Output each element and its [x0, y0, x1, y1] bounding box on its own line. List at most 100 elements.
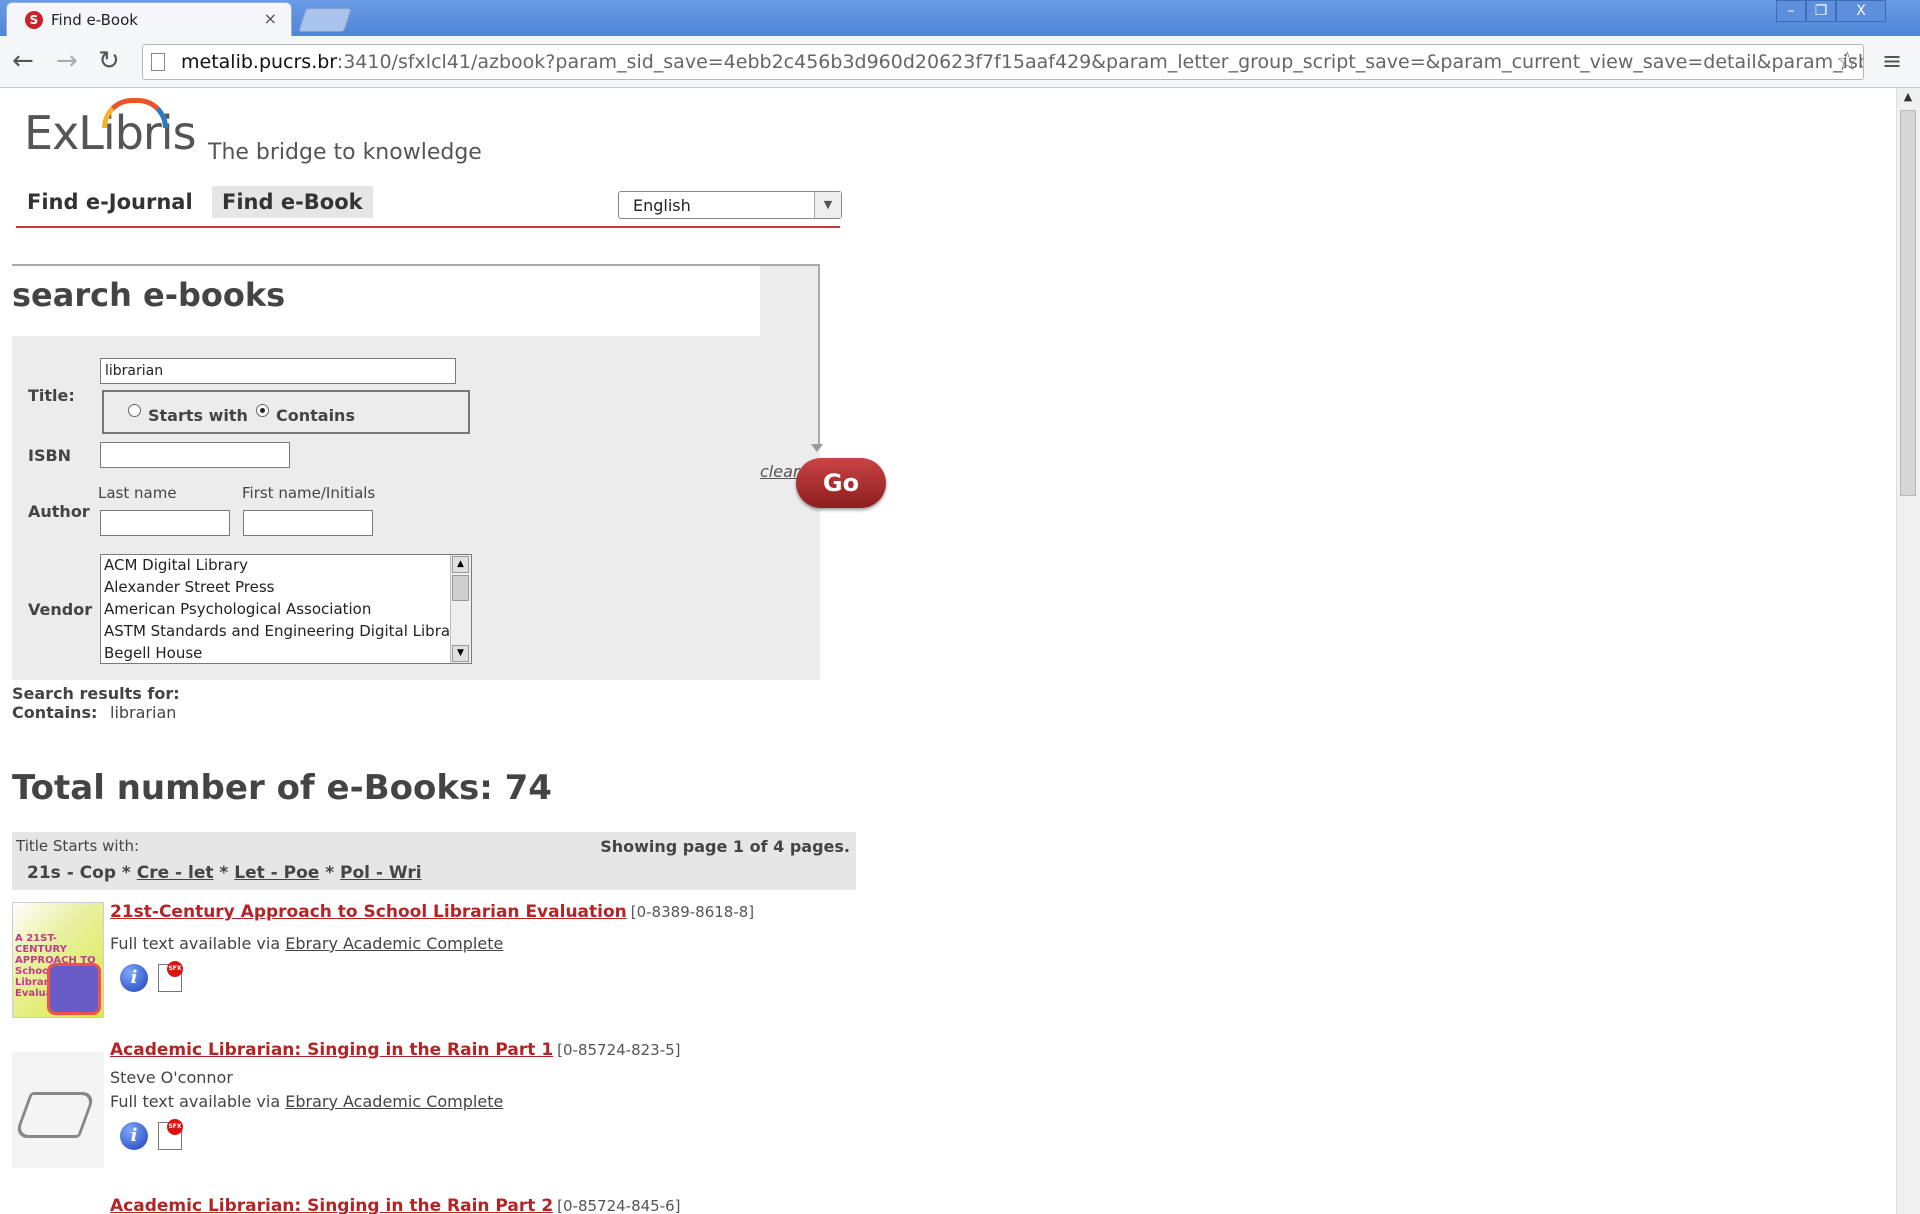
menu-icon[interactable]: ≡ — [1882, 48, 1902, 74]
scroll-up-icon[interactable]: ▲ — [1899, 90, 1917, 108]
book-placeholder-icon[interactable] — [12, 1052, 104, 1168]
clear-link[interactable]: clear — [760, 462, 799, 481]
scroll-thumb[interactable] — [1900, 110, 1916, 496]
close-window-button[interactable]: X — [1836, 0, 1886, 22]
info-icon[interactable]: i — [120, 964, 148, 992]
logo-arc — [102, 98, 168, 128]
search-heading: search e-books — [12, 276, 286, 314]
sfx-icon[interactable]: SFX — [158, 1119, 183, 1150]
language-value: English — [633, 196, 691, 215]
pager-info: Showing page 1 of 4 pages. — [600, 837, 850, 856]
pager-bar: Title Starts with: Showing page 1 of 4 p… — [12, 832, 856, 890]
pager-group-link[interactable]: Pol - Wri — [340, 863, 422, 883]
browser-toolbar: ← → ↻ metalib.pucrs.br:3410/sfxlcl41/azb… — [0, 36, 1920, 88]
result-author: Steve O'connor — [110, 1068, 233, 1087]
page-content: ExLibris The bridge to knowledge Find e-… — [0, 88, 1896, 1214]
result-title-link[interactable]: 21st-Century Approach to School Libraria… — [110, 902, 754, 922]
pager-groups: 21s - Cop * Cre - let * Let - Poe * Pol … — [27, 863, 422, 883]
vendor-option[interactable]: ACM Digital Library — [104, 556, 248, 574]
isbn-label: ISBN — [28, 446, 72, 465]
page-scrollbar[interactable]: ▲ — [1896, 88, 1920, 1214]
url-host: metalib.pucrs.br — [181, 51, 337, 73]
nav-divider — [16, 226, 840, 228]
vendor-label: Vendor — [28, 600, 93, 619]
pager-group-link[interactable]: Cre - let — [137, 863, 214, 883]
total-ebooks: Total number of e-Books: 74 — [12, 768, 552, 808]
vendor-option[interactable]: American Psychological Association — [104, 600, 371, 618]
puzzle-icon — [47, 963, 101, 1015]
search-results-for: Search results for: — [12, 684, 180, 703]
result-item: Academic Librarian: Singing in the Rain … — [12, 1040, 872, 1170]
exlibris-logo: ExLibris — [24, 98, 197, 160]
scroll-up-icon[interactable]: ▲ — [452, 556, 469, 573]
result-item: A 21ST-CENTURY APPROACH TO School Librar… — [12, 902, 872, 1022]
vendor-option[interactable]: ASTM Standards and Engineering Digital L… — [104, 622, 465, 640]
pager-label: Title Starts with: — [16, 837, 140, 855]
go-pointer-icon — [811, 444, 823, 452]
availability-prefix: Full text available via — [110, 1092, 281, 1111]
first-name-label: First name/Initials — [242, 484, 376, 502]
favicon-icon: S — [25, 11, 43, 29]
vendor-option[interactable]: Begell House — [104, 644, 202, 662]
author-first-name-input[interactable] — [243, 510, 373, 536]
url-path: :3410/sfxlcl41/azbook?param_sid_save=4eb… — [336, 51, 1864, 73]
tab-close-icon[interactable]: × — [264, 9, 277, 28]
result-item: Academic Librarian: Singing in the Rain … — [12, 1196, 872, 1214]
result-isbn: [0-85724-845-6] — [557, 1197, 681, 1214]
vendor-link[interactable]: Ebrary Academic Complete — [285, 1092, 503, 1111]
author-label: Author — [28, 502, 90, 521]
title-input[interactable] — [100, 358, 456, 384]
result-isbn: [0-85724-823-5] — [557, 1041, 681, 1059]
radio-contains[interactable] — [256, 404, 269, 417]
forward-arrow-icon[interactable]: → — [56, 46, 78, 76]
scroll-down-icon[interactable]: ▼ — [452, 645, 469, 662]
back-arrow-icon[interactable]: ← — [12, 46, 34, 76]
page-icon — [151, 53, 165, 71]
book-cover[interactable]: A 21ST-CENTURY APPROACH TO School Librar… — [12, 902, 104, 1018]
nav-find-ejournal[interactable]: Find e-Journal — [17, 186, 203, 218]
pager-separator: * — [213, 863, 235, 883]
result-title-link[interactable]: Academic Librarian: Singing in the Rain … — [110, 1040, 681, 1060]
pager-separator: * — [319, 863, 341, 883]
availability-prefix: Full text available via — [110, 934, 281, 953]
open-book-icon — [13, 1092, 97, 1138]
isbn-input[interactable] — [100, 442, 290, 468]
author-last-name-input[interactable] — [100, 510, 230, 536]
sfx-badge: SFX — [167, 961, 183, 977]
browser-tab[interactable]: S Find e-Book × — [6, 2, 292, 36]
contains-value: librarian — [110, 703, 177, 722]
vendor-scrollbar[interactable]: ▲ ▼ — [450, 555, 471, 663]
bookmark-star-icon[interactable]: ☆ — [1836, 47, 1859, 77]
result-title: Academic Librarian: Singing in the Rain … — [110, 1196, 554, 1214]
info-icon[interactable]: i — [120, 1122, 148, 1150]
sfx-badge: SFX — [167, 1119, 183, 1135]
vendor-link[interactable]: Ebrary Academic Complete — [285, 934, 503, 953]
pager-group-link[interactable]: Let - Poe — [234, 863, 319, 883]
radio-starts-with[interactable] — [128, 404, 141, 417]
minimize-button[interactable]: – — [1776, 0, 1806, 22]
reload-icon[interactable]: ↻ — [98, 46, 120, 76]
result-title-link[interactable]: Academic Librarian: Singing in the Rain … — [110, 1196, 681, 1214]
scroll-thumb[interactable] — [452, 575, 469, 601]
vendor-listbox[interactable]: ACM Digital Library Alexander Street Pre… — [100, 554, 472, 664]
maximize-button[interactable]: ❐ — [1806, 0, 1836, 22]
new-tab-button[interactable] — [298, 8, 352, 32]
title-match-mode: Starts with Contains — [102, 390, 470, 434]
pager-current-group: 21s - Cop — [27, 863, 116, 883]
result-title: 21st-Century Approach to School Libraria… — [110, 902, 627, 922]
nav-find-ebook[interactable]: Find e-Book — [212, 186, 373, 218]
address-bar[interactable]: metalib.pucrs.br:3410/sfxlcl41/azbook?pa… — [142, 44, 1864, 80]
result-isbn: [0-8389-8618-8] — [630, 903, 755, 921]
title-label: Title: — [28, 386, 75, 405]
sfx-icon[interactable]: SFX — [158, 961, 183, 992]
radio-contains-label: Contains — [276, 406, 355, 425]
go-button[interactable]: Go — [796, 458, 886, 508]
chevron-down-icon[interactable]: ▼ — [814, 192, 841, 218]
url-text[interactable]: metalib.pucrs.br:3410/sfxlcl41/azbook?pa… — [181, 51, 1864, 73]
language-select[interactable]: English ▼ — [618, 191, 842, 219]
result-availability: Full text available via Ebrary Academic … — [110, 934, 503, 953]
pager-separator: * — [116, 863, 137, 883]
tab-title: Find e-Book — [51, 11, 138, 29]
vendor-option[interactable]: Alexander Street Press — [104, 578, 274, 596]
radio-starts-with-label: Starts with — [148, 406, 248, 425]
